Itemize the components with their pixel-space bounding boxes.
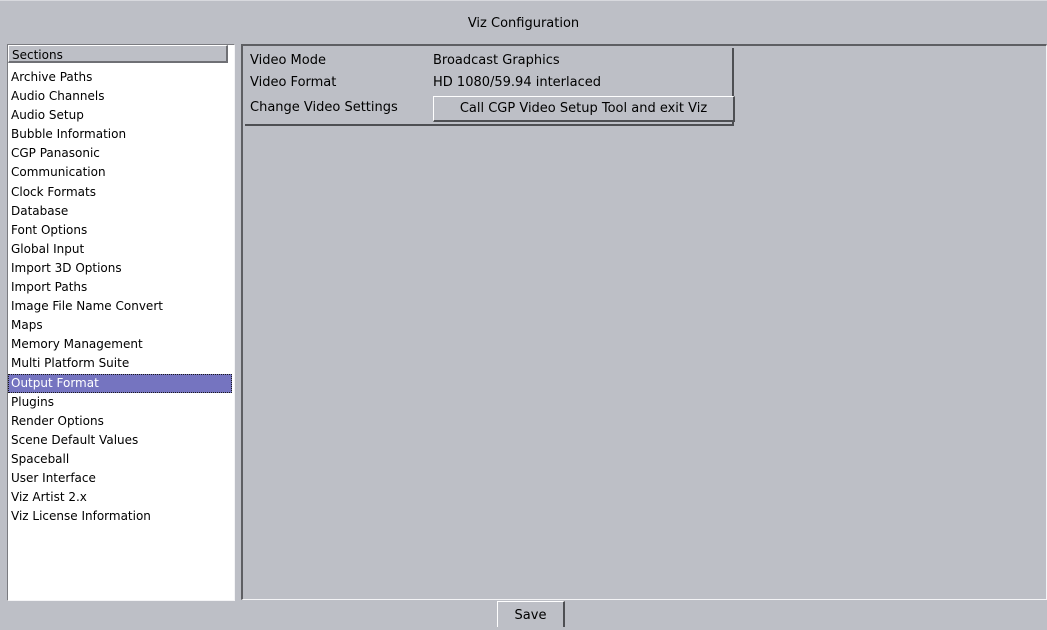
section-item[interactable]: Audio Channels bbox=[8, 87, 232, 106]
section-item[interactable]: Render Options bbox=[8, 412, 232, 431]
section-item[interactable]: Maps bbox=[8, 316, 232, 335]
title-bar: Viz Configuration bbox=[0, 0, 1047, 45]
section-item[interactable]: Clock Formats bbox=[8, 183, 232, 202]
save-button[interactable]: Save bbox=[497, 601, 565, 627]
section-item[interactable]: User Interface bbox=[8, 469, 232, 488]
call-video-setup-tool-button[interactable]: Call CGP Video Setup Tool and exit Viz bbox=[433, 96, 735, 122]
sections-list: Archive Paths Audio Channels Audio Setup Bu… bbox=[8, 68, 234, 526]
sections-header[interactable]: Sections bbox=[8, 45, 228, 63]
section-item[interactable]: Bubble Information bbox=[8, 125, 232, 144]
section-item[interactable]: Audio Setup bbox=[8, 106, 232, 125]
section-item[interactable]: Import Paths bbox=[8, 278, 232, 297]
section-item[interactable]: Archive Paths bbox=[8, 68, 232, 87]
section-item[interactable]: Database bbox=[8, 202, 232, 221]
section-item[interactable]: Font Options bbox=[8, 221, 232, 240]
output-format-panel: Video Mode Broadcast Graphics Video Form… bbox=[241, 44, 1047, 600]
section-item[interactable]: Viz Artist 2.x bbox=[8, 488, 232, 507]
section-item[interactable]: Output Format bbox=[8, 373, 232, 393]
section-item[interactable]: Communication bbox=[8, 163, 232, 182]
window-title: Viz Configuration bbox=[467, 16, 580, 31]
section-item[interactable]: Import 3D Options bbox=[8, 259, 232, 278]
video-format-label: Video Format bbox=[250, 75, 337, 90]
video-format-value: HD 1080/59.94 interlaced bbox=[433, 75, 601, 90]
section-item[interactable]: Memory Management bbox=[8, 335, 232, 354]
video-settings-group: Video Mode Broadcast Graphics Video Form… bbox=[245, 48, 735, 126]
section-item[interactable]: Plugins bbox=[8, 393, 232, 412]
section-item[interactable]: Spaceball bbox=[8, 450, 232, 469]
section-item[interactable]: Scene Default Values bbox=[8, 431, 232, 450]
video-mode-value: Broadcast Graphics bbox=[433, 53, 560, 68]
section-item[interactable]: Multi Platform Suite bbox=[8, 354, 232, 373]
sections-list-panel[interactable]: Sections Archive Paths Audio Channels Audi… bbox=[7, 44, 235, 601]
section-item[interactable]: CGP Panasonic bbox=[8, 144, 232, 163]
change-video-settings-label: Change Video Settings bbox=[250, 100, 398, 115]
section-item[interactable]: Viz License Information bbox=[8, 507, 232, 526]
section-item[interactable]: Image File Name Convert bbox=[8, 297, 232, 316]
video-mode-label: Video Mode bbox=[250, 53, 326, 68]
section-item[interactable]: Global Input bbox=[8, 240, 232, 259]
